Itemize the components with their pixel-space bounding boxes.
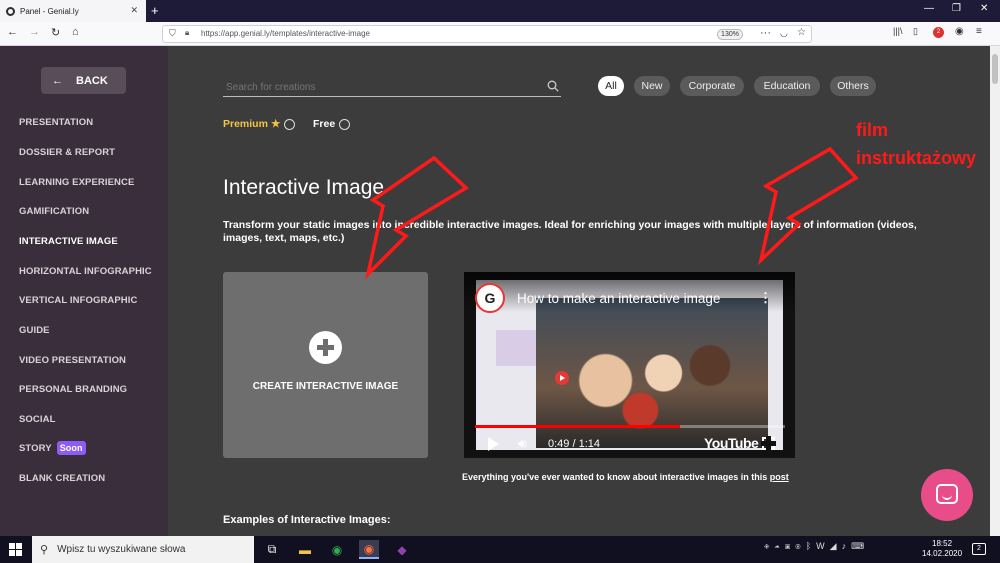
forward-arrow-icon[interactable]: → <box>29 26 40 38</box>
sidebar-item-label: BLANK CREATION <box>19 473 106 484</box>
word-icon[interactable]: W <box>816 541 825 551</box>
sidebar-item-label: VIDEO PRESENTATION <box>19 355 127 366</box>
clock-date: 14.02.2020 <box>922 549 963 558</box>
windows-start-icon[interactable] <box>9 543 22 556</box>
browser-tab[interactable]: Panel - Genial.ly ✕ <box>0 0 146 22</box>
sidebar-item-label: SOCIAL <box>19 414 56 425</box>
search-icon: ⚲ <box>40 544 49 556</box>
more-actions-icon[interactable]: ··· <box>760 27 771 39</box>
system-tray: ◈ ☁ ▣ ◉ ᛒ W ◢ ♪ ⌨ <box>764 541 864 552</box>
file-explorer-icon[interactable]: ▬ <box>295 540 315 559</box>
library-icon[interactable]: |||\ <box>893 26 903 36</box>
sidebar-item-personal-branding[interactable]: PERSONAL BRANDING <box>19 384 127 395</box>
address-bar[interactable]: ⛉ 🔒︎ https://app.genial.ly/templates/int… <box>162 25 812 43</box>
clock-time: 18:52 <box>932 539 953 548</box>
lock-icon[interactable]: 🔒︎ <box>185 28 189 38</box>
account-icon[interactable]: ◉ <box>955 26 964 37</box>
chrome-icon[interactable]: ◉ <box>327 540 347 559</box>
maximize-icon[interactable]: ❐ <box>952 3 961 14</box>
close-window-icon[interactable]: ✕ <box>980 3 988 14</box>
sidebar-item-label: STORY <box>19 443 52 454</box>
sidebar-item-interactive-image[interactable]: INTERACTIVE IMAGE <box>19 236 118 247</box>
notifications-icon[interactable]: 2 <box>972 543 986 555</box>
cloud-icon[interactable]: ☁ <box>774 541 779 551</box>
back-arrow-icon: ← <box>52 74 63 87</box>
sidebar-toggle-icon[interactable]: ▯ <box>913 26 918 37</box>
back-arrow-icon[interactable]: ← <box>7 26 18 38</box>
main-content: All New Corporate Education Others Premi… <box>168 46 1000 536</box>
skype-icon[interactable]: ▣ <box>785 541 790 551</box>
reload-icon[interactable]: ↻ <box>51 26 60 39</box>
extension-badge[interactable]: 2 <box>933 27 944 38</box>
sidebar-item-label: LEARNING EXPERIENCE <box>19 177 135 188</box>
page-scrollbar[interactable] <box>990 46 1000 536</box>
app-tray-icon[interactable]: ◉ <box>795 541 800 551</box>
taskbar-clock[interactable]: 18:52 14.02.2020 <box>922 539 962 559</box>
windows-taskbar: ⚲ Wpisz tu wyszukiwane słowa ⧉ ▬ ◉ ◉ ◆ ◈… <box>0 536 1000 563</box>
sidebar-item-dossier-report[interactable]: DOSSIER & REPORT <box>19 147 115 158</box>
task-view-icon[interactable]: ⧉ <box>262 540 282 559</box>
sidebar-item-vertical-infographic[interactable]: VERTICAL INFOGRAPHIC <box>19 295 137 306</box>
templates-sidebar: ← BACK PRESENTATION DOSSIER & REPORT LEA… <box>0 46 168 536</box>
scrollbar-thumb[interactable] <box>992 54 998 84</box>
taskbar-search-placeholder: Wpisz tu wyszukiwane słowa <box>57 544 186 555</box>
genially-favicon-icon <box>6 6 15 16</box>
sidebar-item-label: DOSSIER & REPORT <box>19 147 116 158</box>
taskbar-search[interactable]: ⚲ Wpisz tu wyszukiwane słowa <box>32 536 254 563</box>
sidebar-item-social[interactable]: SOCIAL <box>19 414 56 425</box>
menu-icon[interactable]: ≡ <box>976 26 982 37</box>
back-button[interactable]: ← BACK <box>41 67 126 94</box>
zoom-level[interactable]: 130% <box>717 29 743 40</box>
red-arrow-left <box>365 155 469 280</box>
sidebar-item-learning-experience[interactable]: LEARNING EXPERIENCE <box>19 177 134 188</box>
browser-nav-bar: ← → ↻ ⌂ ⛉ 🔒︎ https://app.genial.ly/templ… <box>0 22 1000 46</box>
network-icon[interactable]: ◢ <box>830 541 837 551</box>
sidebar-item-label: GUIDE <box>19 325 50 336</box>
examples-heading: Examples of Interactive Images: <box>223 514 391 526</box>
language-icon[interactable]: ⌨ <box>851 541 864 551</box>
sidebar-item-label: PRESENTATION <box>19 117 94 128</box>
sidebar-item-guide[interactable]: GUIDE <box>19 325 50 336</box>
browser-tab-bar: Panel - Genial.ly ✕ + — ❐ ✕ <box>0 0 1000 22</box>
sidebar-item-label: HORIZONTAL INFOGRAPHIC <box>19 266 152 277</box>
pocket-icon[interactable]: ◡ <box>780 28 788 39</box>
sidebar-item-video-presentation[interactable]: VIDEO PRESENTATION <box>19 355 126 366</box>
chat-icon <box>936 484 958 504</box>
bookmark-star-icon[interactable]: ☆ <box>797 27 806 38</box>
sidebar-item-horizontal-infographic[interactable]: HORIZONTAL INFOGRAPHIC <box>19 266 152 277</box>
sidebar-item-label: INTERACTIVE IMAGE <box>19 236 118 247</box>
sidebar-item-label: VERTICAL INFOGRAPHIC <box>19 295 138 306</box>
volume-icon[interactable]: ♪ <box>842 541 847 551</box>
sidebar-item-label: GAMIFICATION <box>19 206 90 217</box>
chat-button[interactable] <box>921 469 973 521</box>
sidebar-item-story[interactable]: STORY Soon <box>19 441 86 455</box>
minimize-icon[interactable]: — <box>924 3 934 14</box>
firefox-icon[interactable]: ◉ <box>359 540 379 559</box>
home-icon[interactable]: ⌂ <box>72 26 79 38</box>
shield-tray-icon[interactable]: ◈ <box>764 541 769 551</box>
app-icon[interactable]: ◆ <box>392 540 412 559</box>
bluetooth-icon[interactable]: ᛒ <box>806 541 811 551</box>
soon-badge: Soon <box>56 441 86 455</box>
new-tab-icon[interactable]: + <box>151 3 159 18</box>
annotation-arrows <box>365 146 859 280</box>
url-text: https://app.genial.ly/templates/interact… <box>201 29 370 38</box>
shield-icon[interactable]: ⛉ <box>169 28 176 39</box>
tab-title: Panel - Genial.ly <box>20 6 79 16</box>
sidebar-item-label: PERSONAL BRANDING <box>19 384 128 395</box>
close-tab-icon[interactable]: ✕ <box>130 5 138 16</box>
sidebar-item-gamification[interactable]: GAMIFICATION <box>19 206 89 217</box>
sidebar-item-blank-creation[interactable]: BLANK CREATION <box>19 473 105 484</box>
sidebar-item-presentation[interactable]: PRESENTATION <box>19 117 93 128</box>
back-button-label: BACK <box>76 74 108 87</box>
red-arrow-right <box>758 146 859 266</box>
